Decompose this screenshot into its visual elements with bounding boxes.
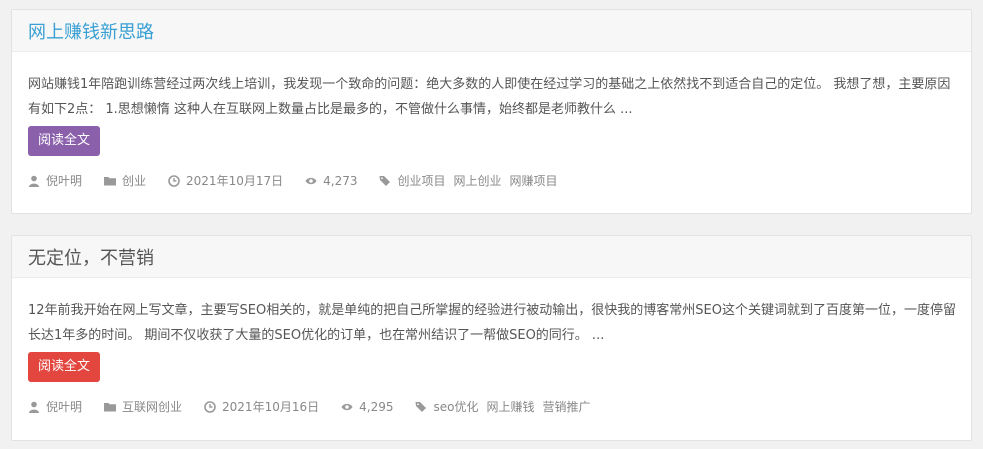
tag-link[interactable]: 营销推广 [542,398,590,415]
post-title-link[interactable]: 无定位，不营销 [28,244,154,270]
folder-icon [104,402,117,411]
category-name: 创业 [122,174,147,188]
clock-icon [168,174,180,187]
meta-category[interactable]: 创业 [104,172,146,189]
meta-date: 2021年10月16日 [204,398,319,415]
post-card: 无定位，不营销 12年前我开始在网上写文章，主要写SEO相关的，就是单纯的把自己… [11,235,972,441]
meta-author[interactable]: 倪叶明 [28,398,82,415]
folder-icon [104,176,117,185]
post-excerpt: 12年前我开始在网上写文章，主要写SEO相关的，就是单纯的把自己所掌握的经验进行… [28,303,956,343]
eye-icon [305,177,317,184]
post-meta: 倪叶明 创业 2021年10月17日 4,273 创业项目 网上创业 网赚项目 [28,172,955,189]
post-body: 12年前我开始在网上写文章，主要写SEO相关的，就是单纯的把自己所掌握的经验进行… [12,278,971,415]
tag-link[interactable]: 创业项目 [397,172,445,189]
author-name: 倪叶明 [46,174,83,188]
view-count: 4,295 [359,399,394,414]
post-body: 网站赚钱1年陪跑训练营经过两次线上培训，我发现一个致命的问题：绝大多数的人即使在… [12,52,971,189]
read-more-button[interactable]: 阅读全文 [28,352,101,382]
post-card: 网上赚钱新思路 网站赚钱1年陪跑训练营经过两次线上培训，我发现一个致命的问题：绝… [11,9,972,214]
category-name: 互联网创业 [122,400,183,414]
tag-link[interactable]: 网赚项目 [510,172,558,189]
post-header: 网上赚钱新思路 [12,10,971,52]
tag-link[interactable]: 网上赚钱 [486,398,534,415]
read-more-button[interactable]: 阅读全文 [28,126,101,156]
post-date: 2021年10月17日 [186,174,284,188]
post-excerpt: 网站赚钱1年陪跑训练营经过两次线上培训，我发现一个致命的问题：绝大多数的人即使在… [28,77,951,117]
author-name: 倪叶明 [46,400,83,414]
meta-views: 4,273 [305,174,357,188]
eye-icon [341,403,353,410]
meta-date: 2021年10月17日 [168,172,283,189]
user-icon [29,175,39,187]
view-count: 4,273 [323,173,358,188]
clock-icon [204,400,216,413]
tag-icon [415,401,427,412]
post-date: 2021年10月16日 [222,400,320,414]
meta-tags: seo优化 网上赚钱 营销推广 [415,398,598,415]
post-header: 无定位，不营销 [12,236,971,278]
tag-link[interactable]: seo优化 [433,398,478,415]
meta-views: 4,295 [341,400,393,414]
tag-link[interactable]: 网上创业 [454,172,502,189]
meta-author[interactable]: 倪叶明 [28,172,82,189]
meta-category[interactable]: 互联网创业 [104,398,182,415]
meta-tags: 创业项目 网上创业 网赚项目 [379,172,565,189]
tag-icon [379,175,391,186]
post-meta: 倪叶明 互联网创业 2021年10月16日 4,295 seo优化 网上赚钱 营… [28,398,955,415]
post-title-link[interactable]: 网上赚钱新思路 [28,18,154,44]
user-icon [29,401,39,413]
